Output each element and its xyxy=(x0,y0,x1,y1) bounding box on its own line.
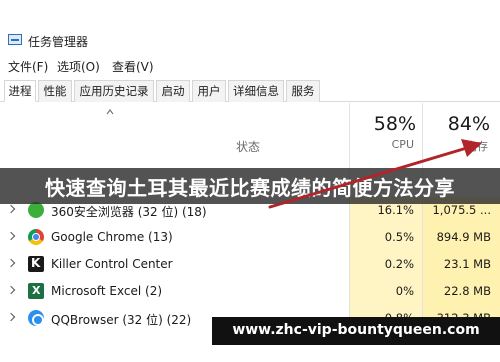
watermark-text: www.zhc-vip-bountyqueen.com xyxy=(232,322,480,338)
red-arrow-icon xyxy=(268,139,482,209)
